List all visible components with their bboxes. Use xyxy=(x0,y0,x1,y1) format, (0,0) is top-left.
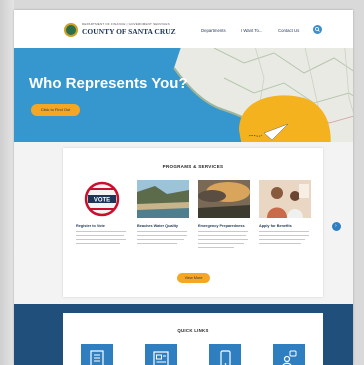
hero-title: Who Represents You? xyxy=(29,75,188,92)
quick-link-documents[interactable] xyxy=(81,344,113,365)
document-list-icon xyxy=(90,350,104,365)
beach-image[interactable] xyxy=(137,180,189,218)
search-icon xyxy=(315,27,320,32)
phone-icon xyxy=(220,350,231,365)
county-map-image xyxy=(173,48,353,142)
quick-links-title: QUICK LINKS xyxy=(177,328,209,333)
program-desc-line xyxy=(137,235,187,237)
program-desc-line xyxy=(76,239,126,241)
site-header: DEPARTMENT OF FINANCE | GOVERNMENT SERVI… xyxy=(14,10,353,48)
program-desc-line xyxy=(137,231,187,233)
program-desc-line xyxy=(76,231,126,233)
programs-title: PROGRAMS & SERVICES xyxy=(162,164,224,169)
nav-contact-us[interactable]: Contact Us xyxy=(278,28,299,33)
program-desc-line xyxy=(198,247,234,249)
program-desc-line xyxy=(137,239,184,241)
program-desc-line xyxy=(137,243,177,245)
program-title-emergency[interactable]: Emergency Preparedness xyxy=(198,224,245,228)
program-desc-line xyxy=(76,235,124,237)
program-desc-line xyxy=(198,231,248,233)
storm-image[interactable] xyxy=(198,180,250,218)
programs-section: PROGRAMS & SERVICES VOTE Register to Vot… xyxy=(14,142,353,304)
vote-button-image[interactable]: VOTE xyxy=(76,180,128,218)
quick-links-card: QUICK LINKS xyxy=(63,313,323,365)
chevron-right-icon: › xyxy=(335,223,337,229)
website-page: DEPARTMENT OF FINANCE | GOVERNMENT SERVI… xyxy=(14,10,353,365)
program-desc-line xyxy=(198,235,246,237)
program-desc-line xyxy=(259,243,301,245)
program-desc-line xyxy=(259,235,309,237)
program-desc-line xyxy=(259,239,305,241)
program-desc-line xyxy=(76,243,120,245)
program-desc-line xyxy=(198,243,244,245)
family-image[interactable] xyxy=(259,180,311,218)
quick-link-contact[interactable] xyxy=(273,344,305,365)
people-chat-icon xyxy=(282,350,297,365)
programs-card: PROGRAMS & SERVICES VOTE Register to Vot… xyxy=(63,148,323,297)
quick-link-news[interactable] xyxy=(145,344,177,365)
program-desc-line xyxy=(259,231,309,233)
program-title-benefits[interactable]: Apply for Benefits xyxy=(259,224,292,228)
brand-tagline: DEPARTMENT OF FINANCE | GOVERNMENT SERVI… xyxy=(82,22,170,26)
quick-link-phone[interactable] xyxy=(209,344,241,365)
background-edge xyxy=(0,0,14,365)
nav-i-want-to[interactable]: I Want To... xyxy=(241,28,263,33)
program-desc-line xyxy=(198,239,248,241)
county-seal-icon[interactable] xyxy=(64,23,78,37)
svg-text:VOTE: VOTE xyxy=(94,198,110,204)
search-button[interactable] xyxy=(313,25,322,34)
newspaper-icon xyxy=(153,351,169,365)
hero-banner: Who Represents You? Click to Find Out xyxy=(14,48,353,142)
quick-links-section: QUICK LINKS xyxy=(14,304,353,365)
program-title-vote[interactable]: Register to Vote xyxy=(76,224,105,228)
view-more-button[interactable]: View More xyxy=(177,273,210,283)
brand-name[interactable]: COUNTY OF SANTA CRUZ xyxy=(82,27,176,36)
nav-departments[interactable]: Departments xyxy=(201,28,226,33)
program-title-beach[interactable]: Beaches Water Quality xyxy=(137,224,178,228)
find-out-button[interactable]: Click to Find Out xyxy=(31,104,80,116)
carousel-next-button[interactable]: › xyxy=(332,222,341,231)
